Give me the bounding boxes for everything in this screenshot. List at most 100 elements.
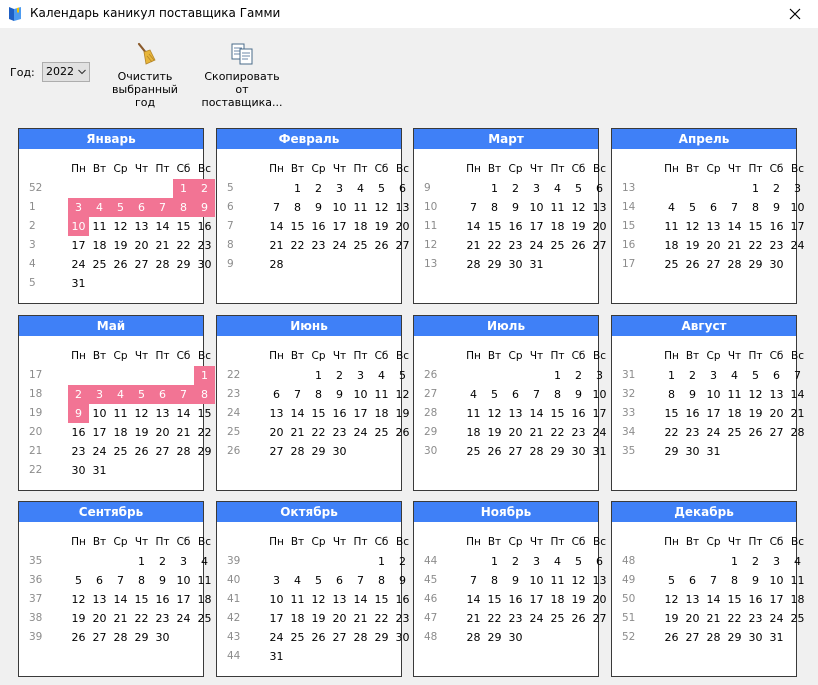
day-cell[interactable]: 7 — [350, 571, 371, 590]
day-cell[interactable]: 13 — [703, 217, 724, 236]
day-cell[interactable]: 11 — [350, 198, 371, 217]
day-cell[interactable]: 31 — [703, 442, 724, 461]
day-cell[interactable]: 26 — [682, 255, 703, 274]
day-cell[interactable]: 16 — [194, 217, 215, 236]
day-cell[interactable]: 10 — [526, 571, 547, 590]
day-cell[interactable]: 2 — [766, 179, 787, 198]
day-cell[interactable]: 8 — [287, 198, 308, 217]
day-cell[interactable]: 8 — [484, 571, 505, 590]
day-cell[interactable]: 18 — [547, 217, 568, 236]
day-cell[interactable]: 25 — [463, 442, 484, 461]
day-cell[interactable]: 9 — [194, 198, 215, 217]
day-cell[interactable]: 16 — [745, 590, 766, 609]
day-cell[interactable]: 1 — [745, 179, 766, 198]
day-cell[interactable]: 10 — [787, 198, 808, 217]
day-cell[interactable]: 19 — [745, 404, 766, 423]
day-cell[interactable]: 14 — [526, 404, 547, 423]
day-cell[interactable]: 30 — [194, 255, 215, 274]
day-cell[interactable]: 8 — [194, 385, 215, 404]
day-cell[interactable]: 13 — [266, 404, 287, 423]
day-cell[interactable]: 16 — [308, 217, 329, 236]
day-cell[interactable]: 21 — [703, 609, 724, 628]
day-cell[interactable]: 13 — [152, 404, 173, 423]
day-cell[interactable]: 30 — [68, 461, 89, 480]
day-cell[interactable]: 8 — [131, 571, 152, 590]
day-cell[interactable]: 9 — [505, 571, 526, 590]
day-cell[interactable]: 4 — [724, 366, 745, 385]
day-cell[interactable]: 19 — [110, 236, 131, 255]
day-cell[interactable]: 28 — [287, 442, 308, 461]
day-cell[interactable]: 28 — [703, 628, 724, 647]
day-cell[interactable]: 16 — [152, 590, 173, 609]
day-cell[interactable]: 20 — [329, 609, 350, 628]
day-cell[interactable]: 31 — [526, 255, 547, 274]
day-cell[interactable]: 12 — [745, 385, 766, 404]
day-cell[interactable]: 25 — [547, 609, 568, 628]
day-cell[interactable]: 17 — [526, 590, 547, 609]
day-cell[interactable]: 9 — [308, 198, 329, 217]
day-cell[interactable]: 28 — [266, 255, 287, 274]
day-cell[interactable]: 24 — [89, 442, 110, 461]
day-cell[interactable]: 23 — [152, 609, 173, 628]
day-cell[interactable]: 4 — [350, 179, 371, 198]
day-cell[interactable]: 11 — [661, 217, 682, 236]
day-cell[interactable]: 8 — [173, 198, 194, 217]
day-cell[interactable]: 18 — [287, 609, 308, 628]
day-cell[interactable]: 10 — [173, 571, 194, 590]
day-cell[interactable]: 9 — [682, 385, 703, 404]
day-cell[interactable]: 26 — [371, 236, 392, 255]
day-cell[interactable]: 28 — [463, 255, 484, 274]
day-cell[interactable]: 24 — [589, 423, 610, 442]
day-cell[interactable]: 16 — [766, 217, 787, 236]
day-cell[interactable]: 18 — [89, 236, 110, 255]
day-cell[interactable]: 29 — [173, 255, 194, 274]
day-cell[interactable]: 17 — [589, 404, 610, 423]
day-cell[interactable]: 29 — [484, 628, 505, 647]
day-cell[interactable]: 23 — [568, 423, 589, 442]
day-cell[interactable]: 22 — [287, 236, 308, 255]
day-cell[interactable]: 2 — [68, 385, 89, 404]
day-cell[interactable]: 1 — [194, 366, 215, 385]
day-cell[interactable]: 14 — [724, 217, 745, 236]
day-cell[interactable]: 14 — [463, 590, 484, 609]
day-cell[interactable]: 20 — [589, 590, 610, 609]
day-cell[interactable]: 27 — [392, 236, 413, 255]
day-cell[interactable]: 11 — [724, 385, 745, 404]
day-cell[interactable]: 26 — [68, 628, 89, 647]
day-cell[interactable]: 14 — [173, 404, 194, 423]
day-cell[interactable]: 16 — [568, 404, 589, 423]
day-cell[interactable]: 7 — [463, 571, 484, 590]
day-cell[interactable]: 6 — [589, 552, 610, 571]
day-cell[interactable]: 1 — [661, 366, 682, 385]
day-cell[interactable]: 6 — [89, 571, 110, 590]
day-cell[interactable]: 31 — [589, 442, 610, 461]
day-cell[interactable]: 1 — [484, 552, 505, 571]
day-cell[interactable]: 14 — [703, 590, 724, 609]
day-cell[interactable]: 24 — [787, 236, 808, 255]
day-cell[interactable]: 21 — [526, 423, 547, 442]
day-cell[interactable]: 11 — [89, 217, 110, 236]
day-cell[interactable]: 28 — [350, 628, 371, 647]
day-cell[interactable]: 29 — [724, 628, 745, 647]
day-cell[interactable]: 20 — [505, 423, 526, 442]
day-cell[interactable]: 26 — [131, 442, 152, 461]
day-cell[interactable]: 15 — [484, 217, 505, 236]
day-cell[interactable]: 31 — [266, 647, 287, 666]
day-cell[interactable]: 5 — [308, 571, 329, 590]
day-cell[interactable]: 29 — [194, 442, 215, 461]
day-cell[interactable]: 26 — [392, 423, 413, 442]
day-cell[interactable]: 5 — [484, 385, 505, 404]
day-cell[interactable]: 14 — [787, 385, 808, 404]
day-cell[interactable]: 10 — [766, 571, 787, 590]
day-cell[interactable]: 24 — [173, 609, 194, 628]
day-cell[interactable]: 3 — [68, 198, 89, 217]
day-cell[interactable]: 17 — [526, 217, 547, 236]
day-cell[interactable]: 4 — [371, 366, 392, 385]
day-cell[interactable]: 5 — [682, 198, 703, 217]
day-cell[interactable]: 7 — [173, 385, 194, 404]
day-cell[interactable]: 16 — [329, 404, 350, 423]
day-cell[interactable]: 23 — [682, 423, 703, 442]
day-cell[interactable]: 2 — [682, 366, 703, 385]
day-cell[interactable]: 6 — [766, 366, 787, 385]
day-cell[interactable]: 24 — [703, 423, 724, 442]
